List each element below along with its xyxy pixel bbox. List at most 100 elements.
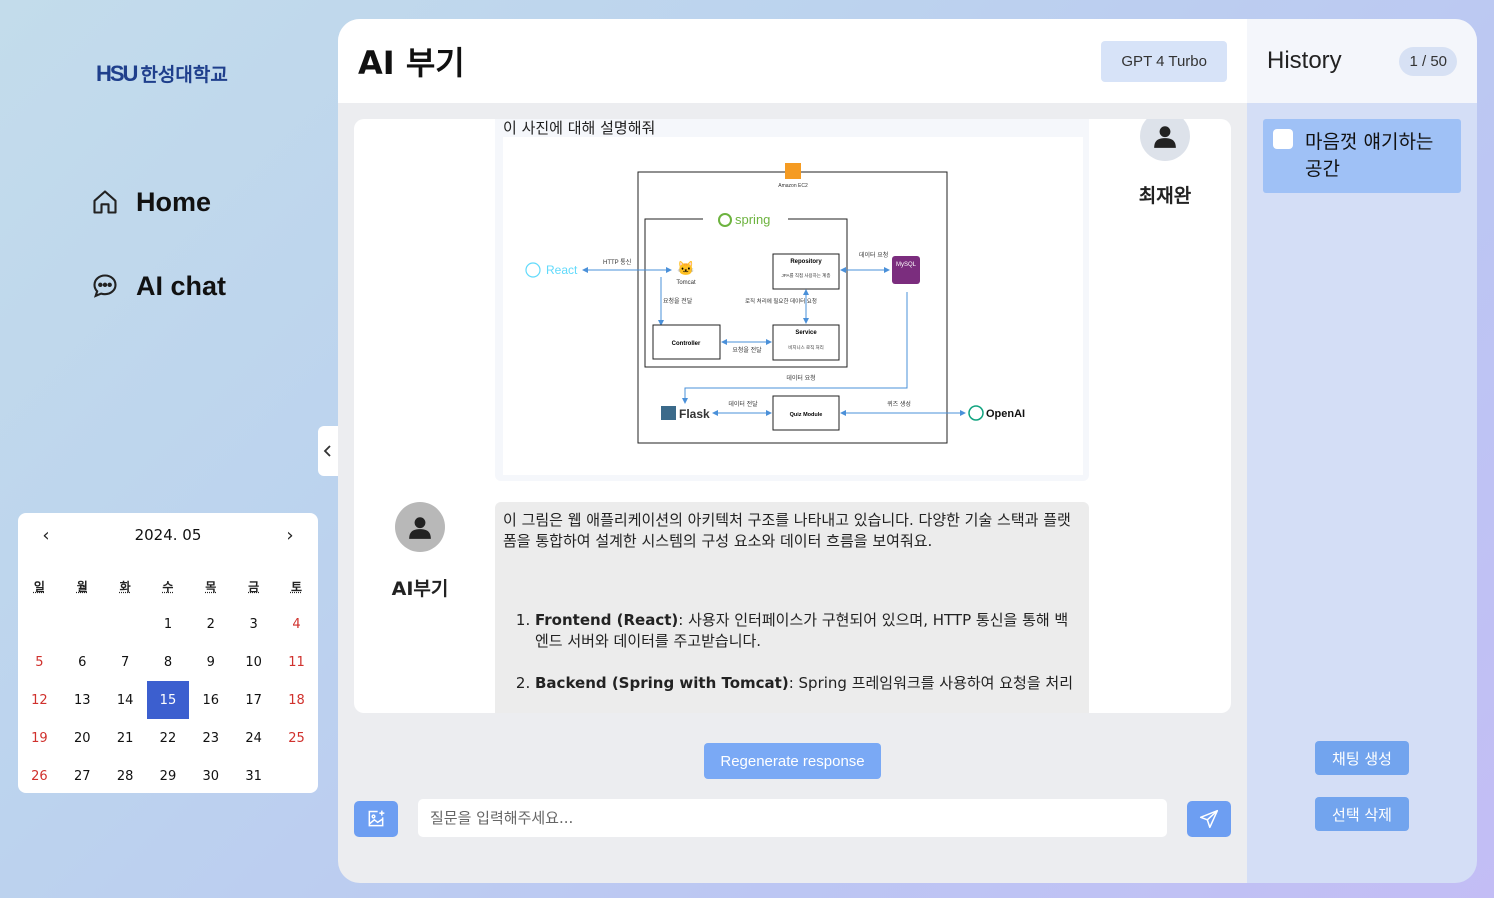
chat-bubble-icon [90, 271, 120, 301]
pass-request2-label: 요청을 전달 [732, 346, 762, 354]
user-message-bubble: 이 사진에 대해 설명해줘 Amazon EC2 spring React HT… [495, 119, 1089, 481]
university-logo[interactable]: HSU 한성대학교 [96, 60, 228, 87]
ai-message-intro: 이 그림은 웹 애플리케이션의 아키텍처 구조를 나타내고 있습니다. 다양한 … [503, 511, 1071, 550]
chevron-left-icon [323, 445, 331, 457]
calendar-empty-cell [61, 605, 104, 643]
message-list[interactable]: 이 사진에 대해 설명해줘 Amazon EC2 spring React HT… [354, 119, 1231, 713]
calendar-next-button[interactable]: › [280, 525, 300, 546]
history-item-checkbox[interactable] [1273, 129, 1293, 149]
person-icon [409, 517, 431, 539]
calendar-day-selected[interactable]: 15 [146, 681, 190, 719]
ai-name: AI부기 [391, 578, 449, 600]
calendar-day[interactable]: 13 [61, 681, 104, 719]
ec2-label: Amazon EC2 [778, 183, 808, 189]
data-request-label: 데이터 요청 [859, 251, 888, 259]
logo-mark: HSU [96, 60, 138, 86]
logo-text: 한성대학교 [140, 64, 228, 86]
ai-message-list: Frontend (React): 사용자 인터페이스가 구현되어 있으며, H… [503, 610, 1081, 694]
calendar-day[interactable]: 7 [104, 643, 147, 681]
calendar-day[interactable]: 31 [232, 757, 275, 795]
image-upload-icon [368, 810, 385, 827]
calendar-day[interactable]: 11 [275, 643, 318, 681]
calendar-day[interactable]: 29 [147, 757, 190, 795]
calendar-day[interactable]: 26 [18, 757, 61, 795]
chat-input[interactable] [418, 799, 1167, 837]
calendar-day[interactable]: 9 [189, 643, 232, 681]
calendar-day[interactable]: 12 [18, 681, 61, 719]
calendar-prev-button[interactable]: ‹ [36, 525, 56, 546]
calendar-day[interactable]: 14 [104, 681, 147, 719]
model-selector-button[interactable]: GPT 4 Turbo [1101, 40, 1227, 82]
calendar-weekday: 화 [119, 579, 131, 594]
calendar-day[interactable]: 4 [275, 605, 318, 643]
http-label: HTTP 통신 [603, 258, 631, 266]
list-item: Frontend (React): 사용자 인터페이스가 구현되어 있으며, H… [535, 610, 1081, 652]
calendar-day[interactable]: 16 [189, 681, 232, 719]
calendar-grid: 일 월 화 수 목 금 토 1 2 3 4 5 6 7 8 9 10 11 12 13 14 15 16 17 18 19 20 21… [18, 557, 318, 795]
chat-panel: AI 부기 GPT 4 Turbo 이 사진에 대해 설명해줘 Amazon E… [338, 19, 1247, 883]
calendar-day[interactable]: 22 [147, 719, 190, 757]
service-label: Service [795, 330, 817, 336]
delete-selected-button[interactable]: 선택 삭제 [1315, 797, 1409, 831]
mysql-icon [892, 256, 920, 284]
nav-item-home[interactable]: Home [90, 180, 226, 224]
calendar-day[interactable]: 28 [104, 757, 147, 795]
pass-request-label: 요청을 전달 [663, 297, 693, 305]
history-item[interactable]: 마음껏 얘기하는 공간 [1263, 119, 1461, 193]
history-panel: History 1 / 50 마음껏 얘기하는 공간 채팅 생성 선택 삭제 [1247, 19, 1477, 883]
architecture-diagram: Amazon EC2 spring React HTTP 통신 🐱 Tomcat… [525, 163, 1025, 444]
data-request2-label: 데이터 요청 [786, 374, 815, 382]
calendar-day[interactable]: 10 [232, 643, 275, 681]
nav-item-ai-chat[interactable]: AI chat [90, 264, 226, 308]
calendar-day[interactable]: 6 [61, 643, 104, 681]
chat-header: AI 부기 GPT 4 Turbo [338, 19, 1247, 103]
create-chat-button[interactable]: 채팅 생성 [1315, 741, 1409, 775]
calendar-day[interactable]: 21 [104, 719, 147, 757]
calendar-day[interactable]: 2 [189, 605, 232, 643]
ai-message-bubble: 이 그림은 웹 애플리케이션의 아키텍처 구조를 나타내고 있습니다. 다양한 … [495, 502, 1089, 713]
person-icon [1154, 126, 1176, 148]
nav-label-home: Home [136, 186, 212, 217]
react-icon [525, 262, 541, 278]
list-item-text: : Spring 프레임워크를 사용하여 요청을 처리 [788, 674, 1074, 692]
calendar-day[interactable]: 25 [275, 719, 318, 757]
calendar-day[interactable]: 30 [189, 757, 232, 795]
calendar-weekday: 일 [33, 579, 45, 594]
service-sublabel: 비지니스 로직 처리 [788, 344, 824, 351]
regenerate-response-button[interactable]: Regenerate response [704, 743, 881, 779]
calendar-day[interactable]: 5 [18, 643, 61, 681]
flask-icon [661, 406, 676, 420]
calendar-day[interactable]: 18 [275, 681, 318, 719]
flask-label: Flask [679, 407, 710, 421]
calendar: ‹ 2024. 05 › 일 월 화 수 목 금 토 1 2 3 4 5 6 7 8 9 10 11 12 13 14 1… [18, 513, 318, 793]
calendar-day[interactable]: 8 [147, 643, 190, 681]
list-item-title: Backend (Spring with Tomcat) [535, 674, 789, 692]
calendar-empty-cell [18, 605, 61, 643]
calendar-day[interactable]: 27 [61, 757, 104, 795]
openai-label: OpenAI [986, 408, 1025, 420]
user-avatar [1140, 119, 1190, 161]
attached-architecture-image[interactable]: Amazon EC2 spring React HTTP 통신 🐱 Tomcat… [503, 137, 1083, 475]
calendar-day[interactable]: 19 [18, 719, 61, 757]
collapse-sidebar-button[interactable] [318, 426, 338, 476]
calendar-day[interactable]: 23 [189, 719, 232, 757]
tomcat-label: Tomcat [676, 280, 696, 286]
logic-request-label: 로직 처리에 필요한 데이터 요청 [745, 297, 817, 305]
repository-sublabel: JPA를 직접 사용하는 계층 [782, 272, 831, 279]
react-label: React [546, 263, 578, 277]
calendar-day[interactable]: 3 [232, 605, 275, 643]
quiz-gen-label: 퀴즈 생성 [887, 400, 911, 408]
tomcat-icon: 🐱 [677, 260, 694, 276]
send-button[interactable] [1187, 801, 1231, 837]
calendar-day[interactable]: 1 [147, 605, 190, 643]
list-item: Backend (Spring with Tomcat): Spring 프레임… [535, 673, 1081, 694]
calendar-day[interactable]: 17 [232, 681, 275, 719]
data-transfer-label: 데이터 전달 [728, 400, 758, 408]
calendar-title[interactable]: 2024. 05 [135, 526, 202, 544]
page-title: AI 부기 [358, 44, 465, 82]
history-count-badge: 1 / 50 [1399, 46, 1457, 76]
calendar-day[interactable]: 24 [232, 719, 275, 757]
calendar-day[interactable]: 20 [61, 719, 104, 757]
quiz-module-label: Quiz Module [790, 412, 823, 418]
image-upload-button[interactable] [354, 801, 398, 837]
